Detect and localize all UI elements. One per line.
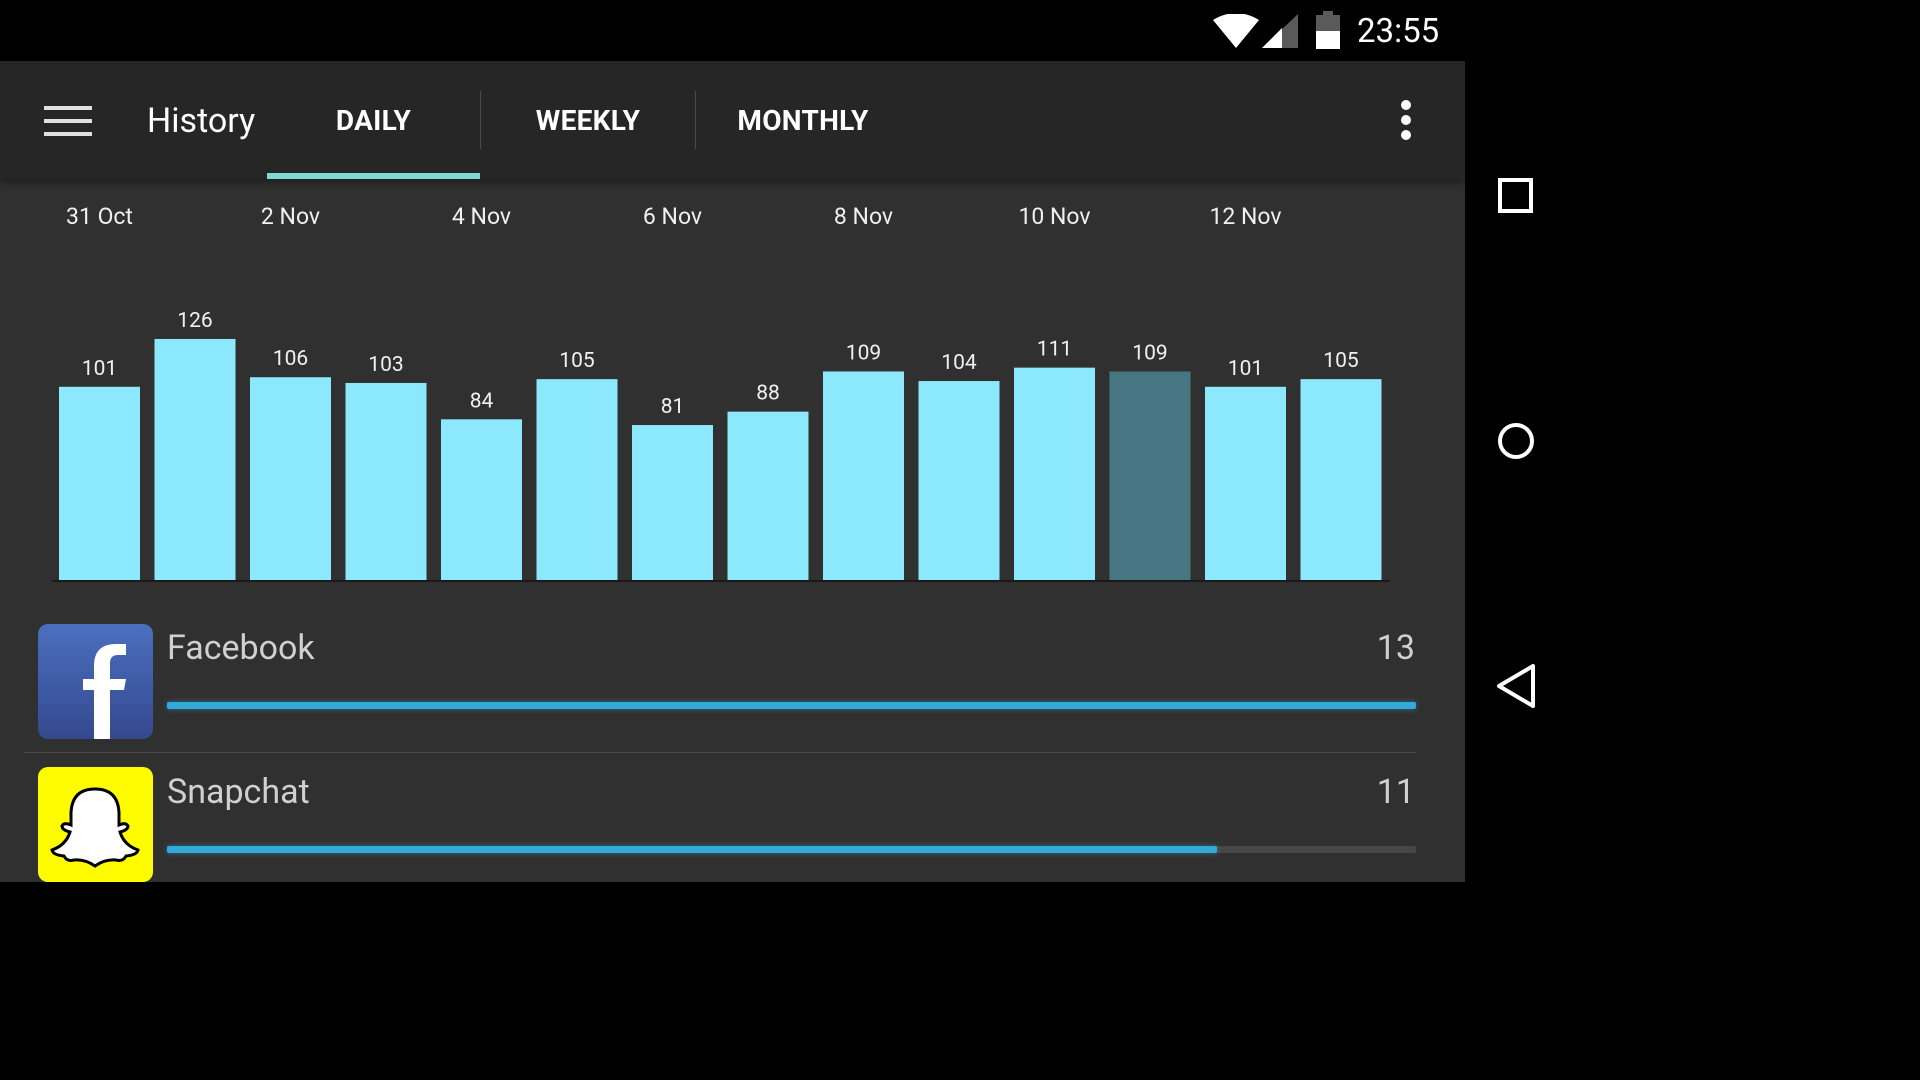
bar-value-label: 111 <box>1037 338 1072 362</box>
app-count: 13 <box>1376 628 1415 668</box>
chart-bar[interactable] <box>441 419 522 580</box>
list-item-snapchat[interactable]: Snapchat 11 <box>0 753 1465 882</box>
app-name: Snapchat <box>167 772 310 812</box>
chart-bar[interactable] <box>727 411 809 580</box>
x-tick-label: 10 Nov <box>1018 203 1090 230</box>
chart-bar[interactable] <box>345 382 427 580</box>
bar-value-label: 109 <box>1132 341 1167 365</box>
bar-value-label: 81 <box>661 395 685 419</box>
bar-value-label: 84 <box>470 389 494 413</box>
chart-bar[interactable] <box>59 386 140 580</box>
bar-value-label: 105 <box>559 349 594 373</box>
tab-daily-label: DAILY <box>335 103 412 137</box>
chart-bar[interactable] <box>918 381 1000 580</box>
bar-value-label: 88 <box>756 382 780 406</box>
usage-progress-bar <box>167 846 1416 853</box>
chart-bar[interactable] <box>1205 386 1286 580</box>
x-tick-label: 8 Nov <box>834 203 893 230</box>
chart-bar[interactable] <box>1109 371 1191 580</box>
clock-time: 23:55 <box>1357 12 1440 51</box>
tab-monthly[interactable]: MONTHLY <box>696 61 910 179</box>
app-name: Facebook <box>167 628 315 668</box>
bar-value-label: 101 <box>82 357 117 381</box>
chart-bar[interactable] <box>1014 367 1095 580</box>
tab-weekly[interactable]: WEEKLY <box>481 61 695 179</box>
snapchat-ghost-icon <box>38 767 153 882</box>
bar-value-label: 104 <box>941 351 977 375</box>
more-vert-icon[interactable] <box>1390 97 1422 143</box>
usage-progress-fill <box>167 702 1416 709</box>
x-tick-label: 12 Nov <box>1209 203 1281 230</box>
cell-signal-icon <box>1262 14 1298 48</box>
home-circle-icon[interactable] <box>1465 420 1568 462</box>
wifi-icon <box>1213 14 1259 48</box>
facebook-icon <box>38 624 153 739</box>
x-tick-label: 4 Nov <box>452 203 511 230</box>
chart-bar[interactable] <box>823 371 904 580</box>
chart-bar[interactable] <box>154 338 236 580</box>
app-count: 11 <box>1376 772 1415 812</box>
chart-bar[interactable] <box>250 377 331 580</box>
bar-value-label: 126 <box>177 309 212 333</box>
back-triangle-icon[interactable] <box>1465 662 1568 710</box>
toolbar: History DAILY WEEKLY MONTHLY <box>0 61 1465 179</box>
bar-value-label: 106 <box>273 347 308 371</box>
tab-daily[interactable]: DAILY <box>267 61 480 179</box>
bar-value-label: 101 <box>1228 357 1263 381</box>
status-bar: 23:55 <box>0 0 1465 61</box>
tab-selected-indicator <box>267 173 480 179</box>
usage-progress-bar <box>167 702 1416 709</box>
x-tick-label: 6 Nov <box>643 203 702 230</box>
battery-icon <box>1316 11 1340 49</box>
bar-value-label: 109 <box>846 341 881 365</box>
list-item-facebook[interactable]: Facebook 13 <box>0 606 1465 750</box>
chart-bar[interactable] <box>1300 379 1382 580</box>
system-nav-bar <box>1465 0 1568 882</box>
usage-bar-chart: 31 Oct 2 Nov 4 Nov 6 Nov 8 Nov 10 Nov 12 Nov 10… <box>0 179 1465 599</box>
menu-icon[interactable] <box>40 101 96 141</box>
x-tick-label: 2 Nov <box>261 203 320 230</box>
recents-square-icon[interactable] <box>1465 175 1568 217</box>
bar-chart-svg: 31 Oct 2 Nov 4 Nov 6 Nov 8 Nov 10 Nov 12 Nov 10… <box>52 203 1390 582</box>
bar-value-label: 105 <box>1323 349 1358 373</box>
bar-value-label: 103 <box>368 353 403 377</box>
chart-bar[interactable] <box>536 379 618 580</box>
chart-bar[interactable] <box>632 425 713 580</box>
usage-progress-fill <box>167 846 1218 853</box>
tab-weekly-label: WEEKLY <box>535 103 641 137</box>
x-tick-label: 31 Oct <box>66 203 133 230</box>
page-title: History <box>147 101 256 141</box>
tab-monthly-label: MONTHLY <box>737 103 869 137</box>
app-screen: History DAILY WEEKLY MONTHLY 31 Oct 2 Nov… <box>0 61 1465 882</box>
